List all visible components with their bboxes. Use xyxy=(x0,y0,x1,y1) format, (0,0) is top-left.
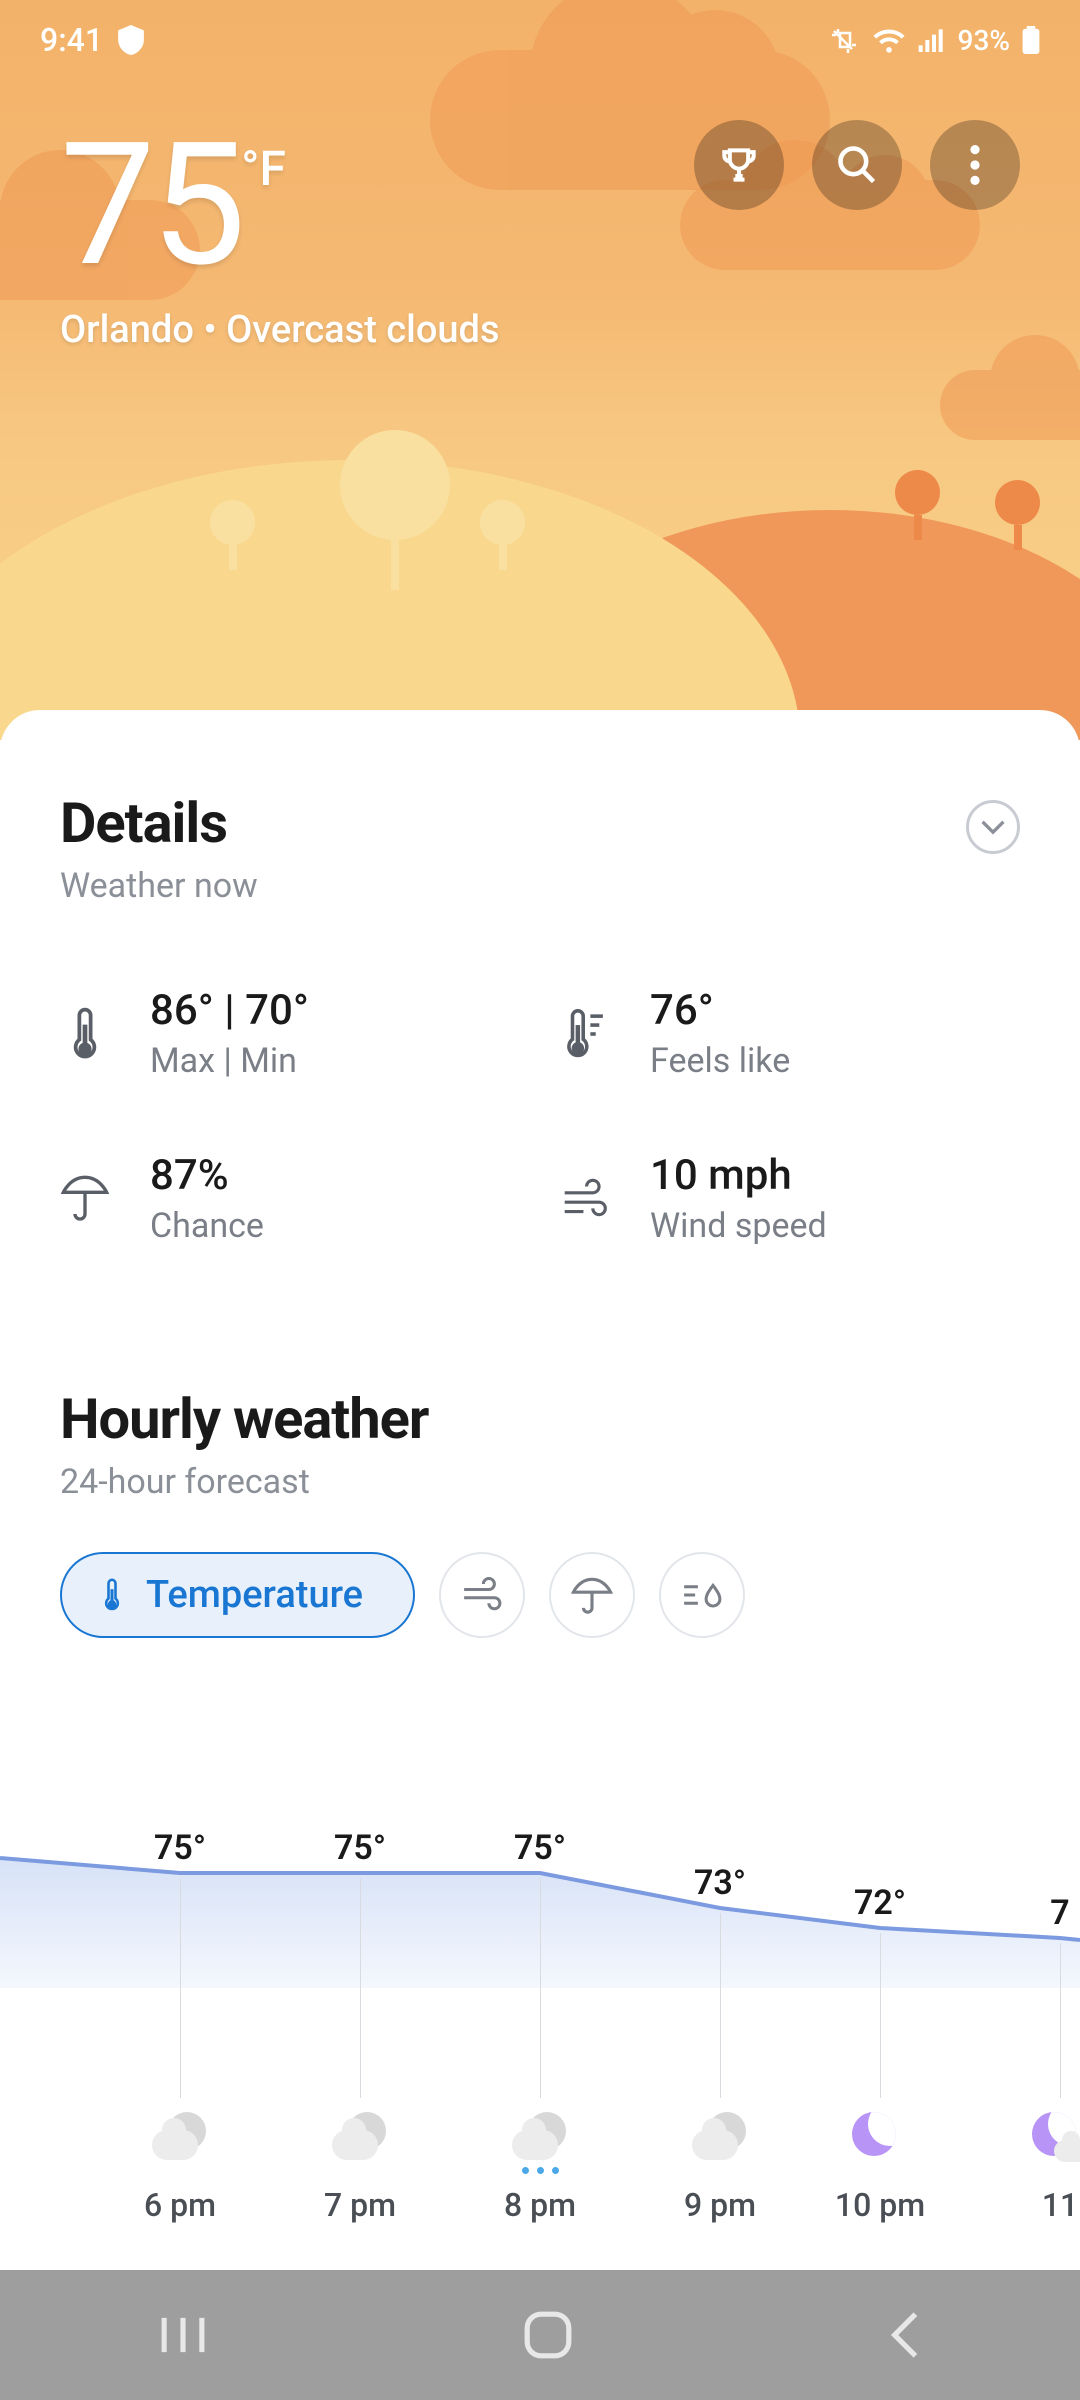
decor-hills xyxy=(0,460,1080,740)
weather-icon xyxy=(330,2108,390,2168)
weather-icon xyxy=(510,2108,570,2168)
tab-precipitation[interactable] xyxy=(549,1552,635,1638)
hour-point: 75° 8 pm xyxy=(450,1828,630,2224)
detail-wind: 10 mph Wind speed xyxy=(560,1151,1020,1246)
detail-value: 86° | 70° xyxy=(150,986,309,1035)
hour-temp-label: 75° xyxy=(450,1828,630,1868)
vibrate-icon xyxy=(830,27,860,53)
thermometer-icon xyxy=(60,1004,110,1064)
expand-details-button[interactable] xyxy=(966,800,1020,854)
hour-temp-label: 72° xyxy=(790,1883,970,1923)
recents-button[interactable] xyxy=(157,2311,209,2359)
weather-icon xyxy=(850,2108,910,2168)
search-button[interactable] xyxy=(812,120,902,210)
shield-icon xyxy=(118,25,144,55)
thermometer-lines-icon xyxy=(560,1004,610,1064)
thermometer-icon xyxy=(98,1575,126,1615)
status-bar: 9:41 93% xyxy=(0,0,1080,80)
hour-temp-label: 75° xyxy=(90,1828,270,1868)
hour-label: 9 pm xyxy=(630,2186,810,2224)
temp-value: 75 xyxy=(60,120,241,290)
signal-icon xyxy=(918,28,946,52)
detail-feelslike: 76° Feels like xyxy=(560,986,1020,1081)
hour-label: 6 pm xyxy=(90,2186,270,2224)
hour-gridline xyxy=(720,1913,721,2098)
hourly-tabs: Temperature xyxy=(60,1552,1020,1638)
wind-icon xyxy=(560,1169,610,1229)
weather-icon xyxy=(1030,2108,1080,2168)
detail-label: Feels like xyxy=(650,1041,790,1081)
trophy-icon xyxy=(717,143,761,187)
current-temperature: 75 °F xyxy=(60,120,286,290)
detail-value: 76° xyxy=(650,986,790,1035)
chevron-down-icon xyxy=(980,819,1006,835)
wifi-icon xyxy=(872,27,906,53)
achievements-button[interactable] xyxy=(694,120,784,210)
hour-point: 7 11 xyxy=(970,1893,1080,2224)
hour-temp-label: 73° xyxy=(630,1863,810,1903)
detail-label: Max | Min xyxy=(150,1041,309,1081)
temp-unit: °F xyxy=(241,140,286,197)
hourly-chart[interactable]: 75° 6 pm 75° 7 pm 75° 8 pm 73° 9 pm 72° 10 pm 7 11 xyxy=(0,1818,1080,2238)
detail-value: 10 mph xyxy=(650,1151,827,1200)
tab-wind[interactable] xyxy=(439,1552,525,1638)
back-button[interactable] xyxy=(887,2309,923,2361)
details-grid: 86° | 70° Max | Min 76° Feels like 87% C… xyxy=(60,986,1020,1246)
battery-percent: 93% xyxy=(958,24,1010,57)
tab-humidity[interactable] xyxy=(659,1552,745,1638)
detail-label: Wind speed xyxy=(650,1206,827,1246)
detail-label: Chance xyxy=(150,1206,264,1246)
umbrella-icon xyxy=(60,1169,110,1229)
hour-gridline xyxy=(360,1878,361,2098)
detail-chance: 87% Chance xyxy=(60,1151,520,1246)
hour-gridline xyxy=(180,1878,181,2098)
content-card: Details Weather now 86° | 70° Max | Min … xyxy=(0,710,1080,2400)
weather-icon xyxy=(150,2108,210,2168)
umbrella-icon xyxy=(570,1575,614,1615)
hour-point: 73° 9 pm xyxy=(630,1863,810,2224)
hour-label: 10 pm xyxy=(790,2186,970,2224)
details-title: Details xyxy=(60,790,258,856)
humidity-icon xyxy=(680,1577,724,1613)
hour-point: 75° 6 pm xyxy=(90,1828,270,2224)
hour-gridline xyxy=(880,1933,881,2098)
location-text: Orlando xyxy=(60,308,194,352)
system-nav-bar xyxy=(0,2270,1080,2400)
hour-gridline xyxy=(1060,1943,1061,2098)
weather-icon xyxy=(690,2108,750,2168)
hero-illustration: 9:41 93% 75 °F xyxy=(0,0,1080,740)
details-subtitle: Weather now xyxy=(60,866,258,906)
more-button[interactable] xyxy=(930,120,1020,210)
detail-maxmin: 86° | 70° Max | Min xyxy=(60,986,520,1081)
hour-label: 7 pm xyxy=(270,2186,450,2224)
hour-gridline xyxy=(540,1878,541,2098)
home-button[interactable] xyxy=(522,2309,574,2361)
tab-temperature[interactable]: Temperature xyxy=(60,1552,415,1638)
battery-icon xyxy=(1022,26,1040,54)
location-condition: Orlando • Overcast clouds xyxy=(60,308,1020,352)
more-vertical-icon xyxy=(970,145,980,185)
hour-point: 75° 7 pm xyxy=(270,1828,450,2224)
detail-value: 87% xyxy=(150,1151,264,1200)
hourly-title: Hourly weather xyxy=(60,1386,1020,1452)
hour-point: 72° 10 pm xyxy=(790,1883,970,2224)
search-icon xyxy=(835,143,879,187)
condition-text: Overcast clouds xyxy=(226,308,499,352)
status-time: 9:41 xyxy=(40,21,103,59)
hour-label: 11 xyxy=(970,2186,1080,2224)
decor-cloud xyxy=(940,370,1080,440)
hour-label: 8 pm xyxy=(450,2186,630,2224)
weather-app-screen: 9:41 93% 75 °F xyxy=(0,0,1080,2400)
hour-temp-label: 75° xyxy=(270,1828,450,1868)
hour-temp-label: 7 xyxy=(970,1893,1080,1933)
hourly-subtitle: 24-hour forecast xyxy=(60,1462,1020,1502)
tab-label: Temperature xyxy=(146,1573,363,1617)
wind-icon xyxy=(460,1577,504,1613)
